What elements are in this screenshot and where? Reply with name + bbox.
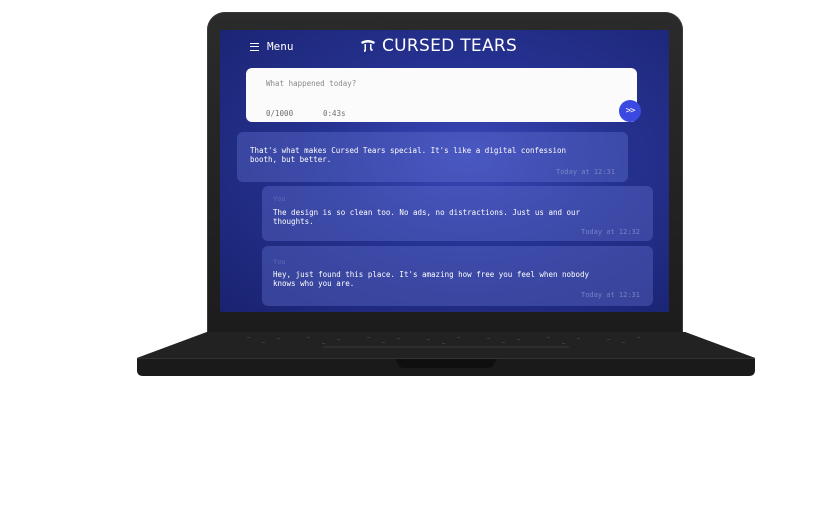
- send-button[interactable]: >>: [619, 100, 641, 122]
- message-time: Today at 12:31: [580, 291, 640, 299]
- laptop-mockup: Menu CURSED TEARS What happened today? 0…: [0, 0, 835, 510]
- message-card: You The design is so clean too. No ads, …: [262, 186, 653, 241]
- brand-logo[interactable]: CURSED TEARS: [360, 36, 517, 56]
- message-author: You: [273, 195, 286, 203]
- message-author: You: [273, 258, 286, 266]
- laptop-keyboard-deck: [137, 332, 755, 376]
- message-time: Today at 12:32: [580, 228, 640, 236]
- message-card: You Hey, just found this place. It's ama…: [262, 246, 653, 306]
- app-screen: Menu CURSED TEARS What happened today? 0…: [220, 30, 669, 312]
- char-counter: 0/1000: [266, 109, 294, 118]
- hamburger-icon: [250, 42, 259, 51]
- double-chevron-right-icon: >>: [625, 106, 636, 116]
- message-time: Today at 12:31: [555, 168, 615, 176]
- composer-timer: 0:43s: [323, 109, 346, 118]
- menu-button[interactable]: Menu: [250, 40, 294, 53]
- message-text: That's what makes Cursed Tears special. …: [250, 146, 567, 164]
- tears-logo-icon: [361, 40, 375, 52]
- message-composer[interactable]: What happened today? 0/1000 0:43s: [246, 68, 637, 122]
- composer-input[interactable]: What happened today?: [266, 79, 356, 88]
- brand-name: CURSED TEARS: [382, 36, 518, 56]
- message-card: That's what makes Cursed Tears special. …: [237, 132, 628, 182]
- message-text: The design is so clean too. No ads, no d…: [273, 208, 581, 226]
- message-text: Hey, just found this place. It's amazing…: [273, 270, 590, 288]
- menu-label: Menu: [267, 40, 294, 53]
- laptop-base: [137, 332, 755, 376]
